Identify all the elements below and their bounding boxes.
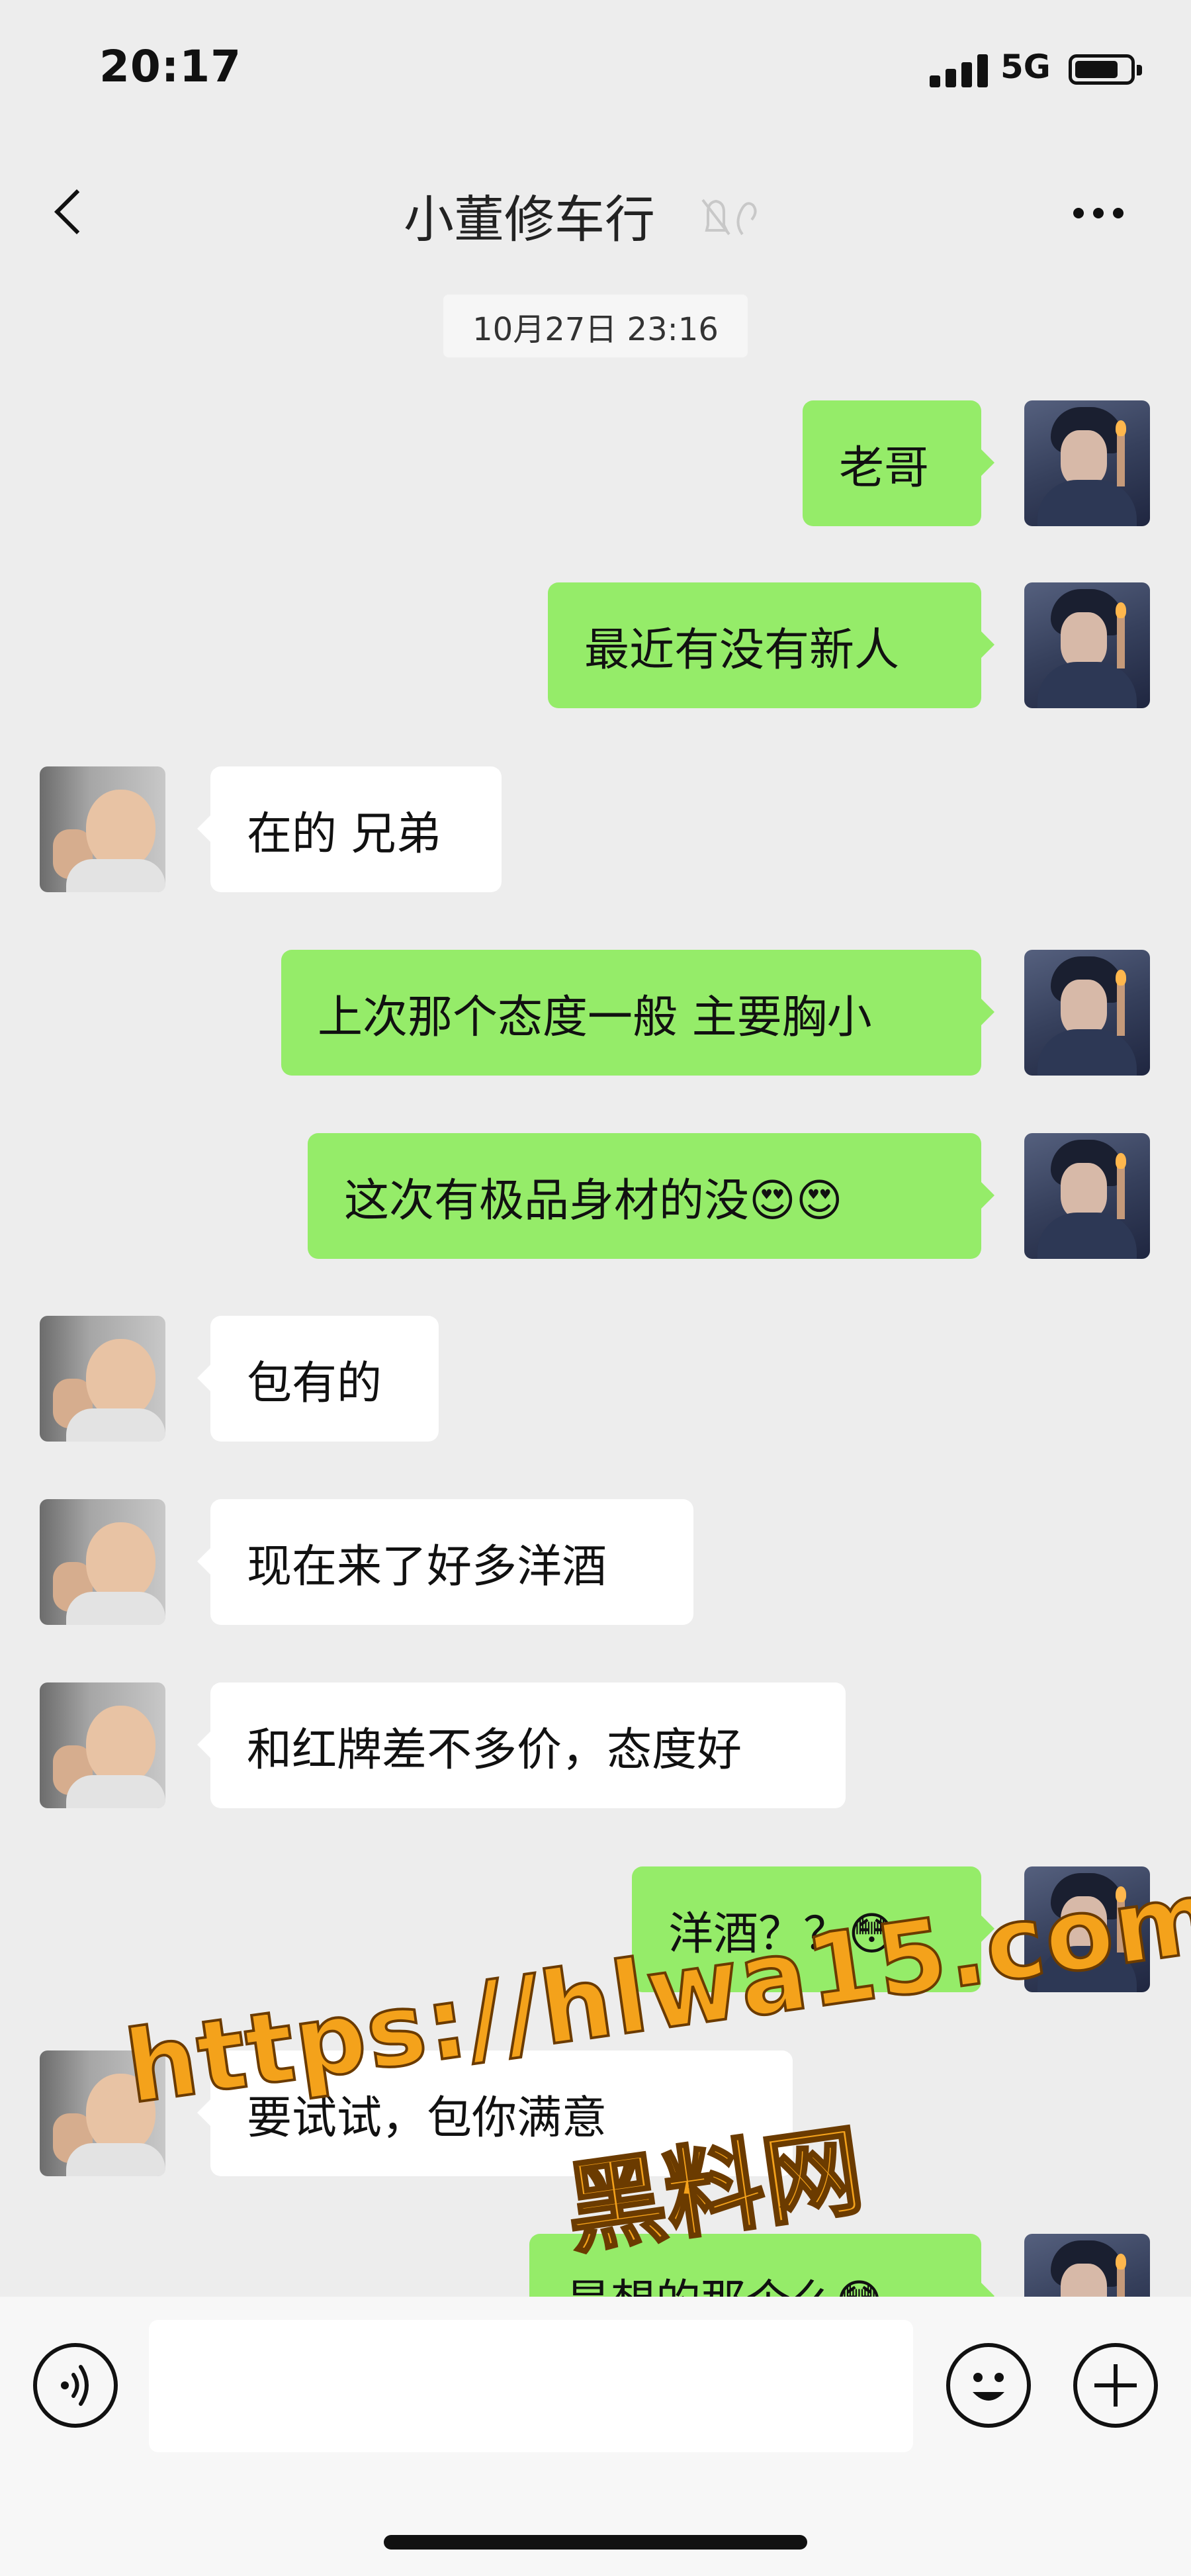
message-bubble-received[interactable]: 要试试，包你满意 xyxy=(197,2050,793,2176)
contact-avatar[interactable] xyxy=(40,1316,165,1442)
message-bubble-sent[interactable]: 最近有没有新人 xyxy=(548,582,994,708)
network-type: 5G xyxy=(1000,48,1051,86)
contact-avatar[interactable] xyxy=(40,766,165,892)
message-bubble-sent[interactable]: 洋酒？？😳 xyxy=(632,1866,994,1992)
message-text: 这次有极品身材的没😍😍 xyxy=(344,1174,843,1227)
chat-title: 小董修车行 xyxy=(404,190,655,249)
my-avatar[interactable] xyxy=(1024,1866,1150,1992)
my-avatar[interactable] xyxy=(1024,400,1150,526)
home-indicator[interactable] xyxy=(384,2535,807,2550)
bell-slash-icon xyxy=(701,199,757,236)
contact-avatar[interactable] xyxy=(40,2050,165,2176)
back-icon[interactable] xyxy=(46,179,99,245)
my-avatar[interactable] xyxy=(1024,1133,1150,1259)
signal-icon xyxy=(930,54,989,87)
message-text: 在的 兄弟 xyxy=(247,807,441,860)
message-bubble-received[interactable]: 包有的 xyxy=(197,1316,439,1442)
contact-avatar[interactable] xyxy=(40,1499,165,1625)
message-text: 包有的 xyxy=(247,1357,382,1410)
message-input[interactable] xyxy=(149,2320,913,2452)
voice-icon[interactable] xyxy=(33,2343,118,2428)
message-bubble-sent[interactable]: 这次有极品身材的没😍😍 xyxy=(308,1133,994,1259)
message-bubble-received[interactable]: 现在来了好多洋酒 xyxy=(197,1499,693,1625)
status-bar: 20:17 5G xyxy=(0,0,1191,132)
message-text: 和红牌差不多价，态度好 xyxy=(247,1724,742,1776)
message-text: 要试试，包你满意 xyxy=(247,2092,607,2144)
status-time: 20:17 xyxy=(99,41,242,92)
input-bar xyxy=(0,2297,1191,2576)
message-bubble-received[interactable]: 和红牌差不多价，态度好 xyxy=(197,1682,846,1808)
contact-avatar[interactable] xyxy=(40,1682,165,1808)
message-text: 洋酒？？😳 xyxy=(668,1908,895,1960)
chat-header: 小董修车行 xyxy=(0,146,1191,278)
chat-timestamp: 10月27日 23:16 xyxy=(443,295,748,357)
my-avatar[interactable] xyxy=(1024,950,1150,1076)
message-bubble-received[interactable]: 在的 兄弟 xyxy=(197,766,502,892)
message-text: 老哥 xyxy=(839,441,930,494)
message-bubble-sent[interactable]: 上次那个态度一般 主要胸小 xyxy=(281,950,994,1076)
plus-icon[interactable] xyxy=(1073,2343,1158,2428)
message-text: 上次那个态度一般 主要胸小 xyxy=(318,991,872,1044)
message-bubble-sent[interactable]: 老哥 xyxy=(803,400,994,526)
message-text: 最近有没有新人 xyxy=(584,623,900,676)
message-text: 现在来了好多洋酒 xyxy=(247,1540,607,1593)
my-avatar[interactable] xyxy=(1024,582,1150,708)
more-options-icon[interactable] xyxy=(1065,192,1131,232)
battery-icon xyxy=(1069,54,1142,85)
emoji-icon[interactable] xyxy=(946,2343,1031,2428)
